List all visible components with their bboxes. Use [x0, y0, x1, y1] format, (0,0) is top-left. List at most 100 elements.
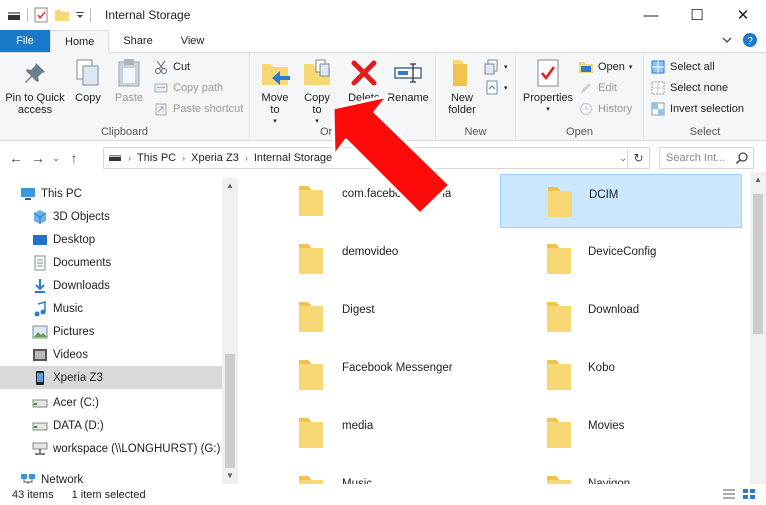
folder-icon [296, 474, 326, 484]
back-arrow-icon[interactable]: ← [6, 150, 26, 166]
folder-icon [544, 358, 574, 392]
folder-item[interactable]: com.facebook.katana [240, 174, 482, 228]
details-view-icon[interactable] [722, 488, 736, 503]
nav-item-pictures[interactable]: Pictures [0, 320, 222, 343]
copy-to-button[interactable]: Copy to ▾ [300, 57, 334, 128]
scroll-up-icon[interactable]: ▲ [750, 172, 766, 188]
paste-shortcut-button[interactable]: Paste shortcut [153, 99, 243, 119]
content-scrollbar[interactable]: ▲ [750, 172, 766, 484]
tab-share[interactable]: Share [109, 30, 166, 52]
ribbon-options: ? [722, 30, 766, 52]
folder-item[interactable]: Kobo [500, 348, 742, 402]
folder-item[interactable]: Download [500, 290, 742, 344]
pin-quick-access-button[interactable]: Pin to Quick access [4, 57, 66, 116]
up-arrow-icon[interactable]: ↑ [64, 150, 84, 166]
copy-button[interactable]: Copy [70, 57, 106, 104]
address-history-chevron-icon[interactable]: ⌄ [619, 153, 627, 164]
dropdown-caret-icon: ▾ [504, 64, 508, 71]
address-bar[interactable]: › This PC › Xperia Z3 › Internal Storage… [103, 147, 650, 169]
breadcrumb-chevron-icon[interactable]: › [245, 153, 248, 163]
customize-toolbar-icon[interactable] [75, 7, 85, 23]
folder-item[interactable]: Navigon [500, 464, 742, 484]
breadcrumb-internal-storage[interactable]: Internal Storage [254, 152, 332, 164]
select-all-button[interactable]: Select all [650, 57, 715, 77]
nav-item-desktop[interactable]: Desktop [0, 228, 222, 251]
properties-button[interactable]: Properties ▾ [520, 57, 576, 116]
nav-item-this-pc[interactable]: This PC [0, 182, 222, 205]
delete-button[interactable]: Delete ▾ [344, 57, 384, 116]
forward-arrow-icon[interactable]: → [28, 150, 48, 166]
large-icons-view-icon[interactable] [742, 488, 756, 503]
nav-item-label: Documents [53, 256, 112, 269]
breadcrumb-chevron-icon[interactable]: › [182, 153, 185, 163]
nav-scroll-thumb[interactable] [225, 354, 235, 468]
new-folder-button[interactable]: New folder [442, 57, 482, 116]
easy-access-button[interactable]: ▾ [484, 78, 508, 98]
folder-item[interactable]: Movies [500, 406, 742, 460]
nav-buttons: ← → ⌄ ↑ [0, 150, 104, 166]
open-button[interactable]: Open ▾ [578, 57, 632, 77]
folder-item[interactable]: media [240, 406, 482, 460]
rename-button[interactable]: Rename [386, 57, 430, 104]
scroll-down-icon[interactable]: ▼ [222, 468, 238, 484]
tab-view[interactable]: View [167, 30, 219, 52]
nav-item-data-d[interactable]: DATA (D:) [0, 414, 222, 437]
selection-count: 1 item selected [71, 489, 146, 501]
nav-scrollbar[interactable]: ▲ ▼ [222, 178, 238, 484]
nav-item-videos[interactable]: Videos [0, 343, 222, 366]
help-icon[interactable]: ? [742, 32, 758, 51]
folder-item[interactable]: DeviceConfig [500, 232, 742, 286]
cut-button[interactable]: Cut [153, 57, 190, 77]
edit-button[interactable]: Edit [578, 78, 617, 98]
maximize-button[interactable]: ☐ [674, 0, 720, 30]
new-folder-icon[interactable] [54, 7, 70, 23]
nav-item-xperia-z3[interactable]: Xperia Z3 [0, 366, 222, 389]
folder-item[interactable]: Music [240, 464, 482, 484]
new-item-button[interactable]: ▾ [484, 57, 508, 77]
new-item-icon [484, 59, 500, 75]
history-button[interactable]: History [578, 99, 632, 119]
move-to-button[interactable]: Move to ▾ [258, 57, 292, 128]
scissors-icon [153, 59, 169, 75]
nav-item-3d-objects[interactable]: 3D Objects [0, 205, 222, 228]
nav-item-music[interactable]: Music [0, 297, 222, 320]
window-menu-icon[interactable] [6, 7, 22, 23]
content-scroll-thumb[interactable] [753, 194, 763, 334]
copy-path-button[interactable]: Copy path [153, 78, 223, 98]
copy-to-icon [301, 57, 333, 89]
nav-item-network[interactable]: Network [0, 468, 222, 484]
folder-item[interactable]: Facebook Messenger [240, 348, 482, 402]
tab-home[interactable]: Home [50, 30, 110, 53]
download-icon [32, 278, 48, 294]
delete-icon [348, 57, 380, 89]
location-icon [108, 152, 122, 165]
breadcrumb-this-pc[interactable]: This PC [137, 152, 176, 164]
copy-path-icon [153, 80, 169, 96]
close-button[interactable]: ✕ [720, 0, 766, 30]
nav-item-downloads[interactable]: Downloads [0, 274, 222, 297]
folder-item[interactable]: demovideo [240, 232, 482, 286]
nav-item-workspace-longhurst-g[interactable]: workspace (\\LONGHURST) (G:) [0, 437, 222, 460]
select-all-icon [650, 59, 666, 75]
expand-ribbon-icon[interactable] [722, 35, 732, 47]
paste-button[interactable]: Paste [110, 57, 148, 104]
select-none-button[interactable]: Select none [650, 78, 728, 98]
minimize-button[interactable]: — [628, 0, 674, 30]
breadcrumb-chevron-icon[interactable]: › [128, 153, 131, 163]
nav-item-acer-c[interactable]: Acer (C:) [0, 391, 222, 414]
scroll-up-icon[interactable]: ▲ [222, 178, 238, 194]
nav-item-documents[interactable]: Documents [0, 251, 222, 274]
invert-selection-button[interactable]: Invert selection [650, 99, 744, 119]
breadcrumb-xperia[interactable]: Xperia Z3 [191, 152, 239, 164]
search-input[interactable]: Search Int... [659, 147, 754, 169]
folder-item[interactable]: Digest [240, 290, 482, 344]
cube-icon [32, 209, 48, 225]
recent-locations-chevron-icon[interactable]: ⌄ [50, 153, 62, 164]
folder-item[interactable]: DCIM [500, 174, 742, 228]
properties-icon[interactable] [33, 7, 49, 23]
tab-file[interactable]: File [0, 30, 50, 52]
dropdown-caret-icon: ▾ [504, 85, 508, 92]
new-folder-icon [446, 57, 478, 89]
refresh-icon[interactable]: ↻ [627, 148, 649, 168]
folder-name: Music [342, 478, 373, 484]
